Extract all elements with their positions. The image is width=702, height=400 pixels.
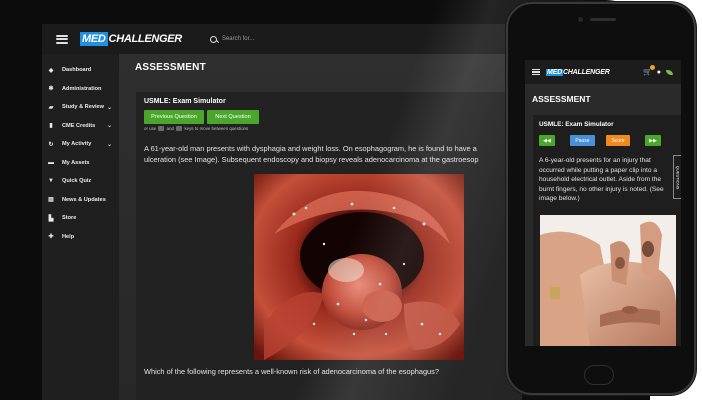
search-input[interactable]: Search for...: [222, 36, 254, 42]
phone-pause-button[interactable]: Pause: [570, 135, 595, 146]
gear-icon: ✱: [48, 86, 54, 93]
exam-panel: USMLE: Exam Simulator Previous Question …: [136, 92, 522, 400]
certificate-icon: ▮: [49, 123, 53, 130]
questions-tab-label: QUESTIONS: [675, 165, 680, 189]
question-stem-line: ulceration (see Image). Subsequent endos…: [144, 154, 479, 164]
endoscopy-image[interactable]: [254, 174, 464, 360]
keyboard-hint: or use and keys to move between question…: [144, 126, 249, 132]
search-bar[interactable]: Search for...: [209, 35, 254, 43]
hint-middle: and: [166, 126, 174, 131]
sidebar-item-administration[interactable]: ✱ Administration: [42, 80, 119, 99]
question-prompt: Which of the following represents a well…: [144, 367, 439, 376]
search-icon: [209, 35, 217, 43]
sidebar-item-label: Store: [62, 215, 77, 222]
phone-medchallenger-logo[interactable]: MEDCHALLENGER: [546, 68, 610, 76]
sidebar-item-label: News & Updates: [62, 196, 106, 203]
sidebar-item-cme-credits[interactable]: ▮ CME Credits ⌄: [42, 117, 119, 136]
chevron-down-icon: ⌄: [106, 141, 112, 148]
sidebar-item-my-assets[interactable]: ▬ My Assets: [42, 154, 119, 173]
phone-question-stem: A 6-year-old presents for an injury that…: [539, 157, 664, 202]
question-stem-line: A 61-year-old man presents with dysphagi…: [144, 144, 477, 153]
chevron-down-icon: ⌄: [106, 104, 112, 111]
sidebar-item-my-activity[interactable]: ↻ My Activity ⌄: [42, 135, 119, 154]
medchallenger-logo[interactable]: MED CHALLENGER: [80, 32, 182, 46]
trophy-icon: ▼: [48, 178, 54, 185]
cart-badge: [649, 65, 655, 70]
dashboard-icon: ◆: [48, 67, 54, 74]
newspaper-icon: ▤: [48, 197, 54, 204]
phone-exam-panel: USMLE: Exam Simulator ◀◀ Pause Score ▶▶ …: [533, 115, 681, 346]
main-content: ASSESSMENT USMLE: Exam Simulator Previou…: [119, 54, 522, 400]
sidebar-item-label: Administration: [62, 85, 102, 92]
page-title: ASSESSMENT: [135, 62, 206, 73]
cart-icon[interactable]: 🛒: [643, 65, 655, 76]
hint-prefix: or use: [144, 126, 157, 131]
sidebar-item-label: CME Credits: [62, 122, 96, 129]
sidebar-item-label: Dashboard: [62, 67, 92, 74]
logo-challenger-part: CHALLENGER: [108, 33, 183, 45]
phone-previous-button[interactable]: ◀◀: [539, 135, 555, 146]
phone-device-frame: MEDCHALLENGER 🛒 ● ASSESSMENT USMLE: Exam…: [506, 2, 696, 395]
sidebar-item-label: Study & Review: [62, 104, 104, 111]
questions-side-tab[interactable]: QUESTIONS: [673, 155, 681, 199]
phone-hamburger-menu-icon[interactable]: [532, 69, 540, 75]
sidebar-item-news-updates[interactable]: ▤ News & Updates: [42, 191, 119, 210]
phone-nav-icons: 🛒 ●: [643, 65, 673, 76]
burnt-fingers-image[interactable]: [540, 215, 676, 346]
sidebar: ◆ Dashboard ✱ Administration ▰ Study & Review…: [42, 54, 119, 400]
right-arrow-key-icon: [176, 126, 183, 132]
sidebar-item-label: Quick Quiz: [62, 178, 92, 185]
folder-icon: ▬: [48, 159, 54, 166]
hint-suffix: keys to move between questions: [184, 126, 249, 131]
top-navbar: MED CHALLENGER Search for...: [42, 24, 522, 54]
next-question-button[interactable]: Next Question: [207, 110, 259, 124]
question-stem: A 61-year-old man presents with dysphagi…: [144, 144, 522, 165]
logo-med-part: MED: [80, 32, 108, 46]
history-icon: ↻: [48, 141, 54, 148]
phone-camera-icon: [578, 17, 583, 22]
previous-question-button[interactable]: Previous Question: [144, 110, 204, 124]
left-arrow-key-icon: [158, 126, 165, 132]
graduation-cap-icon: ▰: [48, 104, 54, 111]
sidebar-item-label: Help: [62, 233, 75, 240]
sidebar-item-study-review[interactable]: ▰ Study & Review ⌄: [42, 98, 119, 117]
phone-speaker: [590, 18, 616, 21]
phone-score-button[interactable]: Score: [606, 135, 630, 146]
phone-logo-med-part: MED: [546, 68, 563, 76]
user-icon[interactable]: ●: [657, 69, 661, 76]
leaf-icon[interactable]: [666, 69, 673, 75]
sidebar-item-label: My Activity: [62, 141, 92, 148]
phone-screen: MEDCHALLENGER 🛒 ● ASSESSMENT USMLE: Exam…: [525, 60, 681, 346]
sidebar-item-quick-quiz[interactable]: ▼ Quick Quiz: [42, 172, 119, 191]
sidebar-item-help[interactable]: ✚ Help: [42, 228, 119, 247]
life-ring-icon: ✚: [48, 234, 54, 241]
desktop-screen: MED CHALLENGER Search for... ◆ Dashboard ✱ A…: [42, 24, 522, 400]
phone-next-button[interactable]: ▶▶: [645, 135, 661, 146]
sidebar-item-store[interactable]: ▙ Store: [42, 209, 119, 228]
sidebar-item-label: My Assets: [62, 159, 90, 166]
sidebar-item-dashboard[interactable]: ◆ Dashboard: [42, 61, 119, 80]
hamburger-menu-icon[interactable]: [56, 34, 68, 44]
simulator-title: USMLE: Exam Simulator: [144, 98, 226, 105]
phone-top-navbar: MEDCHALLENGER 🛒 ●: [525, 60, 681, 84]
chevron-down-icon: ⌄: [106, 123, 112, 130]
phone-simulator-title: USMLE: Exam Simulator: [539, 121, 614, 128]
phone-logo-challenger-part: CHALLENGER: [562, 68, 610, 76]
phone-home-button[interactable]: [584, 365, 614, 385]
cart-icon: ▙: [48, 215, 54, 222]
phone-page-title: ASSESSMENT: [532, 94, 591, 104]
